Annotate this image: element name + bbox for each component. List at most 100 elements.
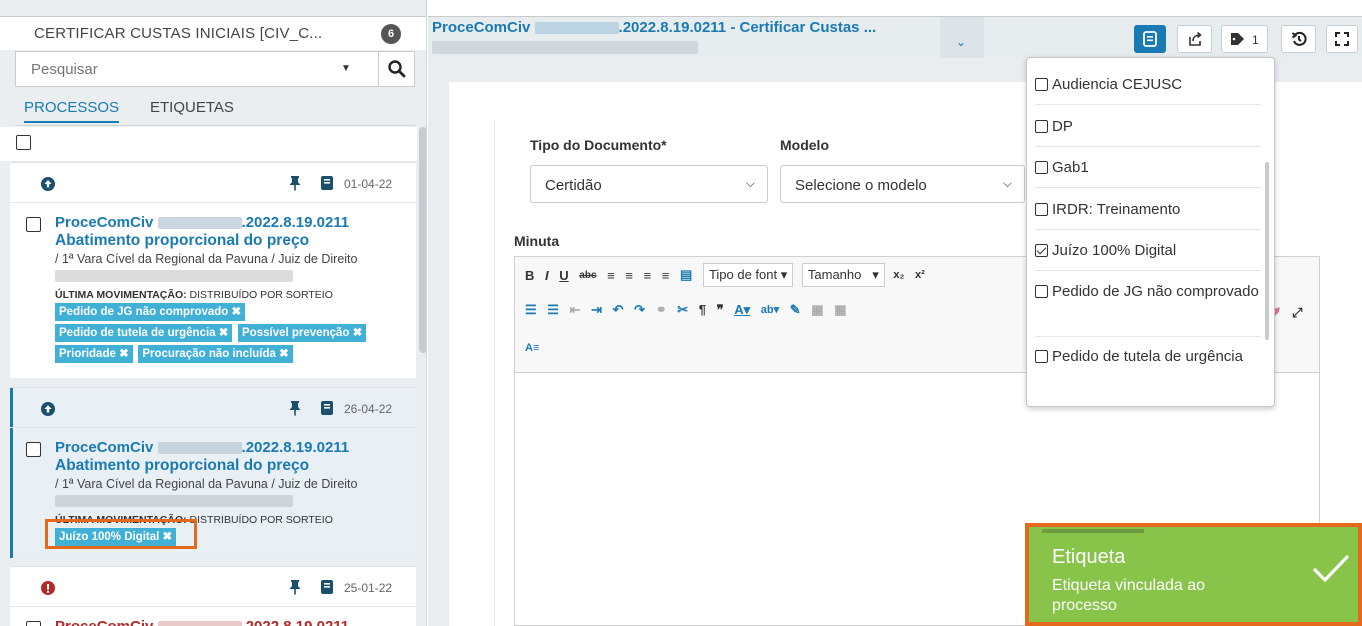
paragraph-icon[interactable]: ¶ <box>699 302 706 317</box>
model-select[interactable]: Selecione o modelo ⌵ <box>780 165 1025 203</box>
share-button[interactable] <box>1177 25 1212 53</box>
chevron-down-icon: ⌄ <box>956 35 967 49</box>
tag-chip[interactable]: Pedido de tutela de urgência ✖ <box>55 324 233 342</box>
document-icon[interactable] <box>320 400 334 416</box>
doc-type-select[interactable]: Certidão ⌵ <box>530 165 768 203</box>
tag-chip[interactable]: Possível prevenção ✖ <box>238 324 367 342</box>
tag-chip[interactable]: Pedido de JG não comprovado ✖ <box>55 303 246 321</box>
tag-option-checkbox[interactable] <box>1035 77 1048 91</box>
success-toast[interactable]: Etiqueta Etiqueta vinculada ao processo <box>1025 523 1362 626</box>
bold-icon[interactable]: B <box>525 268 534 283</box>
process-card[interactable]: 25-01-22 ProceComCiv .2022.8.19.0211 <box>10 566 416 626</box>
tag-option-checked[interactable]: Juízo 100% Digital <box>1035 238 1261 271</box>
pin-icon[interactable] <box>288 175 302 191</box>
align-right-icon[interactable]: ≡ <box>644 268 652 283</box>
underline-icon[interactable]: U <box>559 268 568 283</box>
tag-option-checkbox[interactable] <box>1035 160 1048 174</box>
process-header: ProceComCiv .2022.8.19.0211 - Certificar… <box>428 16 1362 59</box>
card-checkbox[interactable] <box>26 442 41 457</box>
tag-option-checkbox[interactable] <box>1035 202 1048 216</box>
edit-icon[interactable]: ✎ <box>790 302 801 318</box>
search-filter-dropdown-icon[interactable]: ▼ <box>336 61 356 77</box>
process-number[interactable]: ProceComCiv .2022.8.19.0211 <box>55 214 349 231</box>
card-header: 26-04-22 <box>10 388 416 428</box>
subscript-icon[interactable]: x₂ <box>893 269 904 281</box>
font-size-select[interactable]: Tamanho ▾ <box>801 263 885 287</box>
arrow-up-circle-icon <box>41 177 55 191</box>
exclamation-circle-icon <box>41 581 55 595</box>
font-family-select[interactable]: Tipo de font ▾ <box>702 263 794 287</box>
tag-option[interactable]: DP <box>1035 114 1261 147</box>
tag-chip[interactable]: Procuração não incluída ✖ <box>138 345 293 363</box>
tag-button[interactable]: 1 <box>1221 25 1268 53</box>
tag-option[interactable]: IRDR: Treinamento <box>1035 197 1261 230</box>
process-number[interactable]: ProceComCiv .2022.8.19.0211 <box>55 439 349 456</box>
pin-icon[interactable] <box>288 579 302 595</box>
numbered-list-icon[interactable]: ☰ <box>547 302 559 318</box>
link-icon[interactable]: ⚭ <box>656 302 667 318</box>
list-scrollbar[interactable] <box>419 127 426 353</box>
history-button[interactable] <box>1281 25 1316 53</box>
document-icon[interactable] <box>320 579 334 595</box>
arrow-up-circle-icon <box>41 402 55 416</box>
search-input[interactable] <box>16 52 326 86</box>
card-header: 25-01-22 <box>10 567 416 607</box>
process-title[interactable]: ProceComCiv .2022.8.19.0211 - Certificar… <box>432 19 876 36</box>
bullet-list-icon[interactable]: ☰ <box>525 302 537 318</box>
document-view-button[interactable] <box>1134 25 1166 53</box>
highlight-frame <box>45 519 197 549</box>
tag-count: 1 <box>1252 33 1259 47</box>
blockquote-icon[interactable]: ❞ <box>717 302 724 318</box>
card-checkbox[interactable] <box>26 621 41 626</box>
indent-icon[interactable]: ⇥ <box>591 302 602 318</box>
tag-option[interactable]: Audiencia CEJUSC <box>1035 72 1261 105</box>
highlight-color-icon[interactable]: ab▾ <box>761 303 779 316</box>
process-card[interactable]: 01-04-22 ProceComCiv .2022.8.19.0211 Aba… <box>10 162 416 378</box>
tag-option-checkbox[interactable] <box>1035 119 1048 133</box>
toast-progress <box>1042 529 1144 533</box>
search-icon[interactable] <box>386 58 408 80</box>
tab-etiquetas[interactable]: ETIQUETAS <box>150 99 234 116</box>
line-height-icon[interactable]: A≡ <box>525 342 539 354</box>
tag-option-checkbox[interactable] <box>1035 284 1048 298</box>
tag-option-checkbox[interactable] <box>1035 243 1048 257</box>
task-title[interactable]: CERTIFICAR CUSTAS INICIAIS [CIV_C... <box>34 25 322 42</box>
process-court: / 1ª Vara Cível da Regional da Pavuna / … <box>55 252 358 266</box>
unlink-icon[interactable]: ✂ <box>677 302 688 318</box>
pin-icon[interactable] <box>288 400 302 416</box>
tag-option[interactable]: Pedido de tutela de urgência <box>1035 344 1261 402</box>
card-date: 26-04-22 <box>344 402 393 416</box>
align-justify-icon[interactable]: ≡ <box>662 268 670 283</box>
card-checkbox[interactable] <box>26 217 41 232</box>
fullscreen-button[interactable] <box>1326 25 1358 53</box>
process-number[interactable]: ProceComCiv .2022.8.19.0211 <box>55 618 349 626</box>
last-movement: ÚLTIMA MOVIMENTAÇÃO: DISTRIBUÍDO POR SOR… <box>55 289 333 301</box>
process-court: / 1ª Vara Cível da Regional da Pavuna / … <box>55 477 358 491</box>
tag-dropdown-menu: Audiencia CEJUSC DP Gab1 IRDR: Treinamen… <box>1026 57 1275 407</box>
superscript-icon[interactable]: x² <box>915 269 925 281</box>
select-all-checkbox[interactable] <box>16 135 31 150</box>
maximize-icon[interactable]: ⤢ <box>1292 305 1302 321</box>
outdent-icon[interactable]: ⇤ <box>570 302 581 318</box>
tab-processos[interactable]: PROCESSOS <box>24 99 120 123</box>
text-color-icon[interactable]: A▾ <box>734 302 750 318</box>
document-icon[interactable] <box>320 175 334 191</box>
undo-icon[interactable]: ↶ <box>613 302 624 318</box>
table-props-icon[interactable]: ▦ <box>834 302 846 318</box>
card-date: 01-04-22 <box>344 177 393 191</box>
tag-option[interactable]: Pedido de JG não comprovado <box>1035 279 1261 337</box>
redo-icon[interactable]: ↷ <box>634 302 645 318</box>
header-expand-button[interactable]: ⌄ <box>940 17 984 59</box>
align-center-icon[interactable]: ≡ <box>625 268 633 283</box>
tag-option[interactable]: Gab1 <box>1035 155 1261 188</box>
strikethrough-icon[interactable]: abc <box>579 270 596 281</box>
toast-title: Etiqueta <box>1052 546 1126 568</box>
italic-icon[interactable]: I <box>545 268 549 283</box>
print-icon[interactable]: ▤ <box>680 267 692 283</box>
table-icon[interactable]: ▦ <box>811 302 823 318</box>
tag-option-checkbox[interactable] <box>1035 349 1048 363</box>
dropdown-scrollbar[interactable] <box>1265 162 1269 340</box>
tag-chip[interactable]: Prioridade ✖ <box>55 345 133 363</box>
redacted-parties <box>432 41 698 54</box>
align-left-icon[interactable]: ≡ <box>607 268 615 283</box>
